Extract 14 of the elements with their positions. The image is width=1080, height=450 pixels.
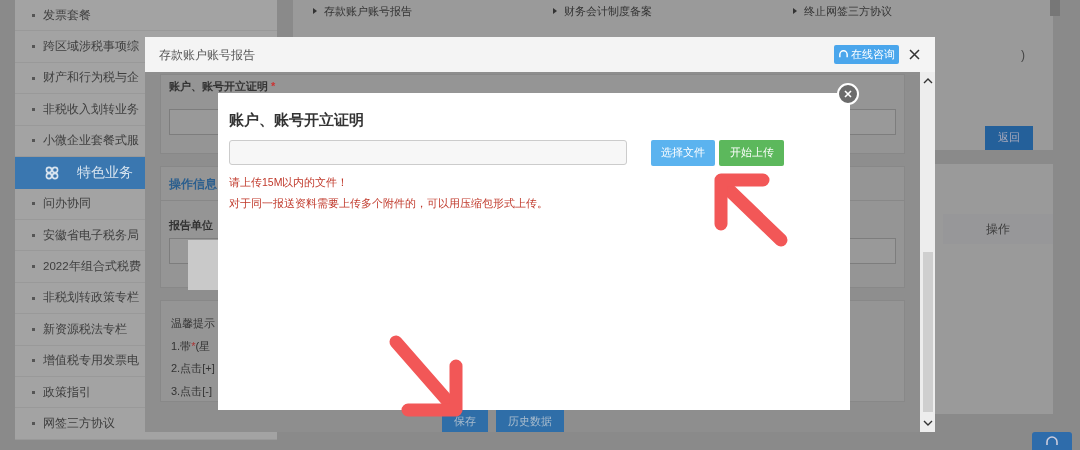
sidebar-section-label: 特色业务 — [77, 163, 133, 183]
field-label: 报告单位 — [169, 218, 214, 233]
tip-line: 1.带*(星 — [171, 338, 212, 354]
upload-note: 对于同一报送资料需要上传多个附件的，可以用压缩包形式上传。 — [229, 196, 549, 212]
tips-title: 温馨提示 — [171, 316, 216, 331]
dialog-title: 存款账户账号报告 — [159, 46, 256, 64]
tip-line: 3.点击[-] — [171, 383, 213, 399]
tip-line: 2.点击[+] — [171, 361, 216, 376]
field-label: 账户、账号开立证明 — [169, 79, 268, 94]
required-mark: * — [271, 79, 276, 94]
section-title: 操作信息 — [169, 175, 217, 193]
upload-note: 请上传15M以内的文件！ — [229, 174, 350, 190]
upload-title: 账户、账号开立证明 — [229, 110, 364, 130]
bracket-text: ) — [1021, 46, 1025, 64]
